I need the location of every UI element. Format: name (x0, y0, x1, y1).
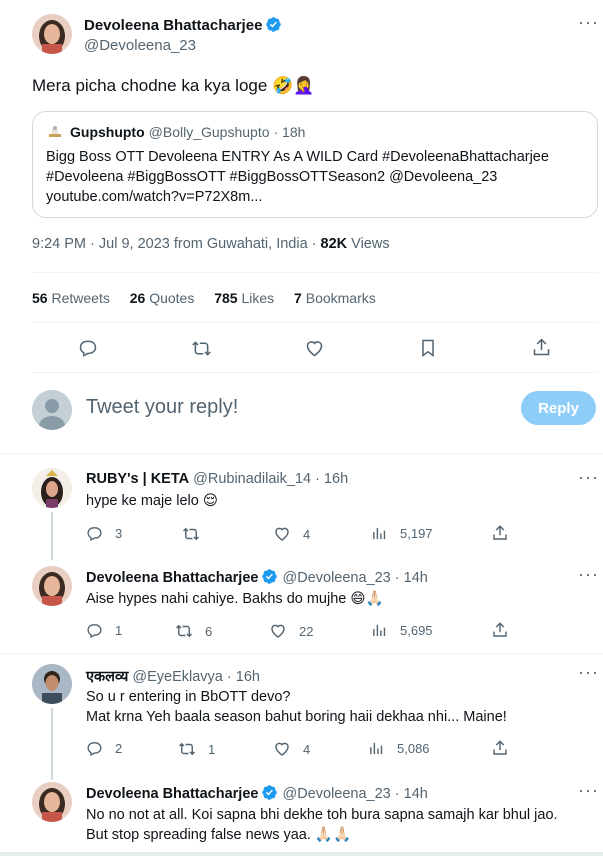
views-count: 5,086 (397, 741, 430, 756)
reply-author-name[interactable]: RUBY's | KETA (86, 471, 189, 487)
author-avatar[interactable] (32, 14, 72, 54)
reply-avatar[interactable] (32, 468, 72, 508)
quote-text-line: Bigg Boss OTT Devoleena ENTRY As A WILD … (46, 149, 549, 165)
retweet-icon[interactable] (191, 338, 212, 359)
reply-time[interactable]: · 14h (395, 570, 428, 586)
bookmark-icon[interactable] (418, 338, 438, 358)
views-action[interactable]: 5,086 (368, 740, 430, 757)
bottom-edge (0, 852, 603, 856)
share-icon[interactable] (491, 524, 509, 542)
views-count: 5,197 (400, 526, 433, 541)
quotes-stat[interactable]: 26 Quotes (130, 290, 195, 306)
views-count: 5,695 (400, 623, 433, 638)
reply-time[interactable]: · 14h (395, 786, 428, 802)
reply-action[interactable]: 3 (86, 525, 122, 542)
reply-text-line: But stop spreading false news yaa. 🙏🏻🙏🏻 (86, 827, 352, 843)
reply-handle[interactable]: @Rubinadilaik_14 (193, 471, 311, 487)
tweet-timestamp[interactable]: 9:24 PM · Jul 9, 2023 from Guwahati, Ind… (32, 236, 317, 252)
reply-button-label: Reply (538, 399, 579, 417)
like-count: 4 (303, 526, 311, 542)
retweet-action[interactable]: 1 (178, 740, 215, 758)
views-count: 82K (320, 236, 348, 252)
thread-line (51, 512, 53, 560)
reply-avatar[interactable] (32, 782, 72, 822)
reply-time[interactable]: · 16h (227, 669, 260, 685)
reply-count: 2 (115, 741, 123, 756)
share-icon[interactable] (531, 337, 552, 358)
verified-badge-icon (261, 784, 278, 801)
quote-avatar (46, 123, 64, 141)
likes-stat[interactable]: 785 Likes (214, 290, 274, 306)
reply-text: hype ke maje lelo 😌 (86, 493, 218, 509)
reply-author-name[interactable]: Devoleena Bhattacharjee (86, 570, 258, 586)
author-name[interactable]: Devoleena Bhattacharjee (84, 17, 262, 34)
like-count: 4 (303, 741, 311, 757)
like-action[interactable]: 22 (269, 622, 313, 640)
retweet-count: 1 (208, 741, 216, 757)
share-icon[interactable] (491, 621, 509, 639)
share-icon[interactable] (491, 739, 509, 757)
thread-line (51, 708, 53, 780)
retweets-stat[interactable]: 56 Retweets (32, 290, 110, 306)
reply-count: 3 (115, 526, 123, 541)
like-action[interactable]: 4 (273, 740, 310, 758)
more-options-icon[interactable]: ··· (578, 780, 599, 801)
verified-badge-icon (265, 16, 282, 33)
more-options-icon[interactable]: ··· (578, 467, 599, 488)
reply-text-line: No no not at all. Koi sapna bhi dekhe to… (86, 807, 558, 823)
author-handle[interactable]: @Devoleena_23 (84, 37, 196, 54)
reply-icon[interactable] (78, 338, 98, 358)
quote-time: · 18h (273, 124, 306, 140)
quote-author-name: Gupshupto (70, 124, 145, 140)
retweet-count: 6 (205, 623, 213, 639)
reply-text: Aise hypes nahi cahiye. Bakhs do mujhe 😄… (86, 591, 384, 607)
like-count: 22 (299, 623, 314, 639)
views-action[interactable]: 5,695 (371, 622, 433, 639)
retweet-action[interactable] (182, 525, 212, 543)
reply-author-name[interactable]: Devoleena Bhattacharjee (86, 786, 258, 802)
more-options-icon[interactable]: ··· (578, 12, 599, 33)
reply-handle[interactable]: @Devoleena_23 (283, 570, 391, 586)
composer-avatar (32, 390, 72, 430)
reply-text-line: Mat krna Yeh baala season bahut boring h… (86, 709, 507, 725)
reply-avatar[interactable] (32, 566, 72, 606)
reply-time[interactable]: · 16h (315, 471, 348, 487)
reply-text-line: So u r entering in BbOTT devo? (86, 689, 291, 705)
quote-author-handle: @Bolly_Gupshupto (148, 124, 270, 140)
reply-input[interactable]: Tweet your reply! (86, 396, 238, 419)
views-label: Views (351, 236, 390, 252)
reply-count: 1 (115, 623, 123, 638)
reply-action[interactable]: 2 (86, 740, 122, 757)
reply-handle[interactable]: @EyeEklavya (132, 669, 222, 685)
quote-link[interactable]: youtube.com/watch?v=P72X8m... (46, 187, 549, 207)
reply-button[interactable]: Reply (521, 391, 596, 425)
reply-avatar[interactable] (32, 664, 72, 704)
bookmarks-stat[interactable]: 7 Bookmarks (294, 290, 376, 306)
views-action[interactable]: 5,197 (371, 525, 433, 542)
quote-text-line: #Devoleena #BiggBossOTT #BiggBossOTTSeas… (46, 169, 498, 185)
verified-badge-icon (261, 568, 278, 585)
reply-handle[interactable]: @Devoleena_23 (283, 786, 391, 802)
like-action[interactable]: 4 (273, 525, 310, 543)
reply-action[interactable]: 1 (86, 622, 122, 639)
like-icon[interactable] (304, 338, 325, 359)
retweet-action[interactable]: 6 (175, 622, 212, 640)
more-options-icon[interactable]: ··· (578, 662, 599, 683)
reply-author-name[interactable]: एकलव्य (86, 669, 128, 685)
more-options-icon[interactable]: ··· (578, 564, 599, 585)
tweet-text: Mera picha chodne ka kya loge 🤣🤦‍♀️ (32, 76, 315, 95)
